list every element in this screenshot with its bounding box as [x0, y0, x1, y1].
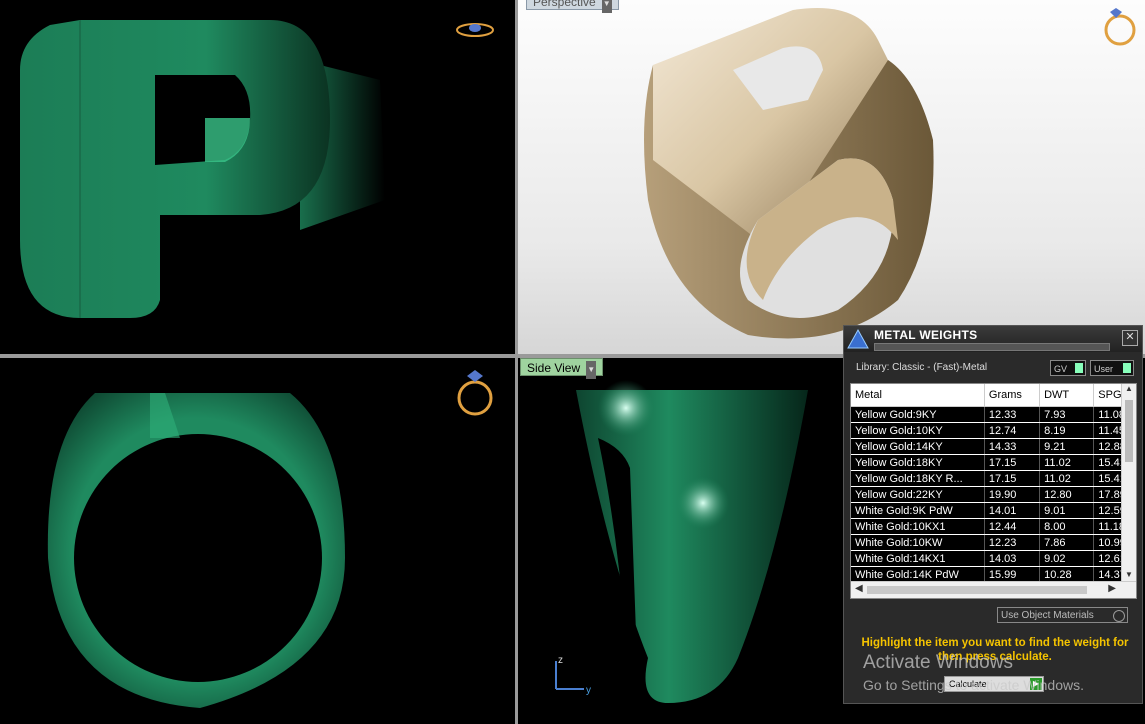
table-row[interactable]: White Gold:14KX1 14.03 9.02 12.61 [851, 550, 1136, 567]
table-row[interactable]: Yellow Gold:22KY 19.90 12.80 17.89 [851, 486, 1136, 503]
axis-y-label: y [586, 685, 591, 696]
table-row[interactable]: White Gold:10KW 12.23 7.86 10.99 [851, 534, 1136, 551]
table-row[interactable]: White Gold:10KX1 12.44 8.00 11.18 [851, 518, 1136, 535]
table-cell: White Gold:10KX1 [851, 518, 985, 535]
table-cell: 8.19 [1039, 422, 1095, 439]
ring-perspective-icon[interactable] [1098, 6, 1138, 48]
table-cell: 9.01 [1039, 502, 1095, 519]
scroll-thumb[interactable] [867, 586, 1087, 594]
vertical-scrollbar[interactable]: ▲ ▼ [1121, 384, 1136, 582]
axis-z-label: z [558, 655, 563, 666]
play-icon: ▶ [1030, 678, 1042, 690]
table-row[interactable]: White Gold:9K PdW 14.01 9.01 12.59 [851, 502, 1136, 519]
table-cell: White Gold:10KW [851, 534, 985, 551]
table-cell: 11.02 [1039, 470, 1095, 487]
user-select[interactable]: User [1090, 360, 1134, 376]
table-cell: Yellow Gold:14KY [851, 438, 985, 455]
side-view-label[interactable]: Side View ▼ [520, 358, 604, 379]
perspective-view-label[interactable]: Perspective ▼ [526, 0, 619, 13]
table-cell: 14.03 [984, 550, 1041, 567]
table-cell: 9.02 [1039, 550, 1095, 567]
scroll-left-icon[interactable]: ◀ [855, 583, 863, 594]
horizontal-scrollbar[interactable]: ◀ ▶ [851, 581, 1136, 598]
chevron-down-icon: ▼ [586, 361, 597, 379]
scroll-up-icon[interactable]: ▲ [1122, 384, 1136, 396]
table-cell: 17.15 [984, 470, 1041, 487]
perspective-viewport[interactable]: Perspective ▼ [518, 0, 1145, 354]
table-cell: 7.86 [1039, 534, 1095, 551]
scroll-right-icon[interactable]: ▶ [1108, 583, 1116, 594]
calculate-button[interactable]: Calculate ▶ [944, 676, 1044, 692]
ring-perspective-render [644, 8, 934, 339]
table-row[interactable]: Yellow Gold:18KY 17.15 11.02 15.41 [851, 454, 1136, 471]
table-cell: 19.90 [984, 486, 1041, 503]
dropdown-icon [1075, 363, 1083, 373]
close-button[interactable]: ✕ [1122, 330, 1138, 346]
table-cell: 12.80 [1039, 486, 1095, 503]
panel-drag-bar[interactable] [874, 343, 1110, 351]
table-cell: White Gold:9K PdW [851, 502, 985, 519]
scroll-thumb[interactable] [1125, 400, 1133, 462]
panel-title: METAL WEIGHTS [874, 328, 978, 342]
radio-icon[interactable] [1113, 610, 1125, 622]
table-cell: 8.00 [1039, 518, 1095, 535]
table-cell: 7.93 [1039, 406, 1095, 423]
use-object-materials-toggle[interactable]: Use Object Materials [997, 607, 1128, 623]
metal-table[interactable]: Metal Grams DWT SPG Yellow Gold:9KY 12.33 7.9… [850, 383, 1137, 599]
panel-header[interactable]: METAL WEIGHTS ✕ [844, 326, 1142, 352]
ring-top-icon[interactable] [455, 18, 495, 46]
table-cell: White Gold:14KX1 [851, 550, 985, 567]
table-cell: Yellow Gold:10KY [851, 422, 985, 439]
dropdown-icon [1123, 363, 1131, 373]
table-cell: 14.01 [984, 502, 1041, 519]
gv-select[interactable]: GV [1050, 360, 1086, 376]
table-cell: 12.74 [984, 422, 1041, 439]
ring-top-render [20, 20, 385, 318]
library-label: Library: Classic - (Fast)-Metal [856, 362, 988, 373]
table-cell: 17.15 [984, 454, 1041, 471]
metal-weights-panel: METAL WEIGHTS ✕ Library: Classic - (Fast… [843, 325, 1143, 704]
table-row[interactable]: Yellow Gold:14KY 14.33 9.21 12.88 [851, 438, 1136, 455]
chevron-down-icon: ▼ [601, 0, 612, 13]
top-viewport[interactable] [0, 0, 515, 354]
table-cell: 9.21 [1039, 438, 1095, 455]
table-row[interactable]: Yellow Gold:10KY 12.74 8.19 11.45 [851, 422, 1136, 439]
scale-logo-icon [847, 328, 869, 349]
table-header-row: Metal Grams DWT SPG [851, 384, 1136, 407]
table-cell: 14.33 [984, 438, 1041, 455]
table-row[interactable]: Yellow Gold:18KY R... 17.15 11.02 15.41 [851, 470, 1136, 487]
ring-front-render [47, 393, 345, 708]
axis-gizmo: z y [555, 655, 591, 696]
column-header[interactable]: Grams [984, 384, 1041, 407]
table-cell: 12.44 [984, 518, 1041, 535]
column-header[interactable]: DWT [1039, 384, 1095, 407]
table-cell: Yellow Gold:9KY [851, 406, 985, 423]
hint-text: Highlight the item you want to find the … [861, 637, 1129, 663]
table-cell: 11.02 [1039, 454, 1095, 471]
table-cell: 12.33 [984, 406, 1041, 423]
table-cell: Yellow Gold:18KY R... [851, 470, 985, 487]
table-cell: 12.23 [984, 534, 1041, 551]
table-row[interactable]: Yellow Gold:9KY 12.33 7.93 11.08 [851, 406, 1136, 423]
front-viewport[interactable] [0, 358, 515, 724]
table-cell: Yellow Gold:22KY [851, 486, 985, 503]
column-header[interactable]: Metal [851, 384, 985, 407]
table-body: Yellow Gold:9KY 12.33 7.93 11.08 Yellow Gold… [851, 406, 1136, 583]
ring-front-icon[interactable] [455, 368, 495, 420]
viewport-divider-vertical[interactable] [515, 0, 518, 724]
table-cell: Yellow Gold:18KY [851, 454, 985, 471]
